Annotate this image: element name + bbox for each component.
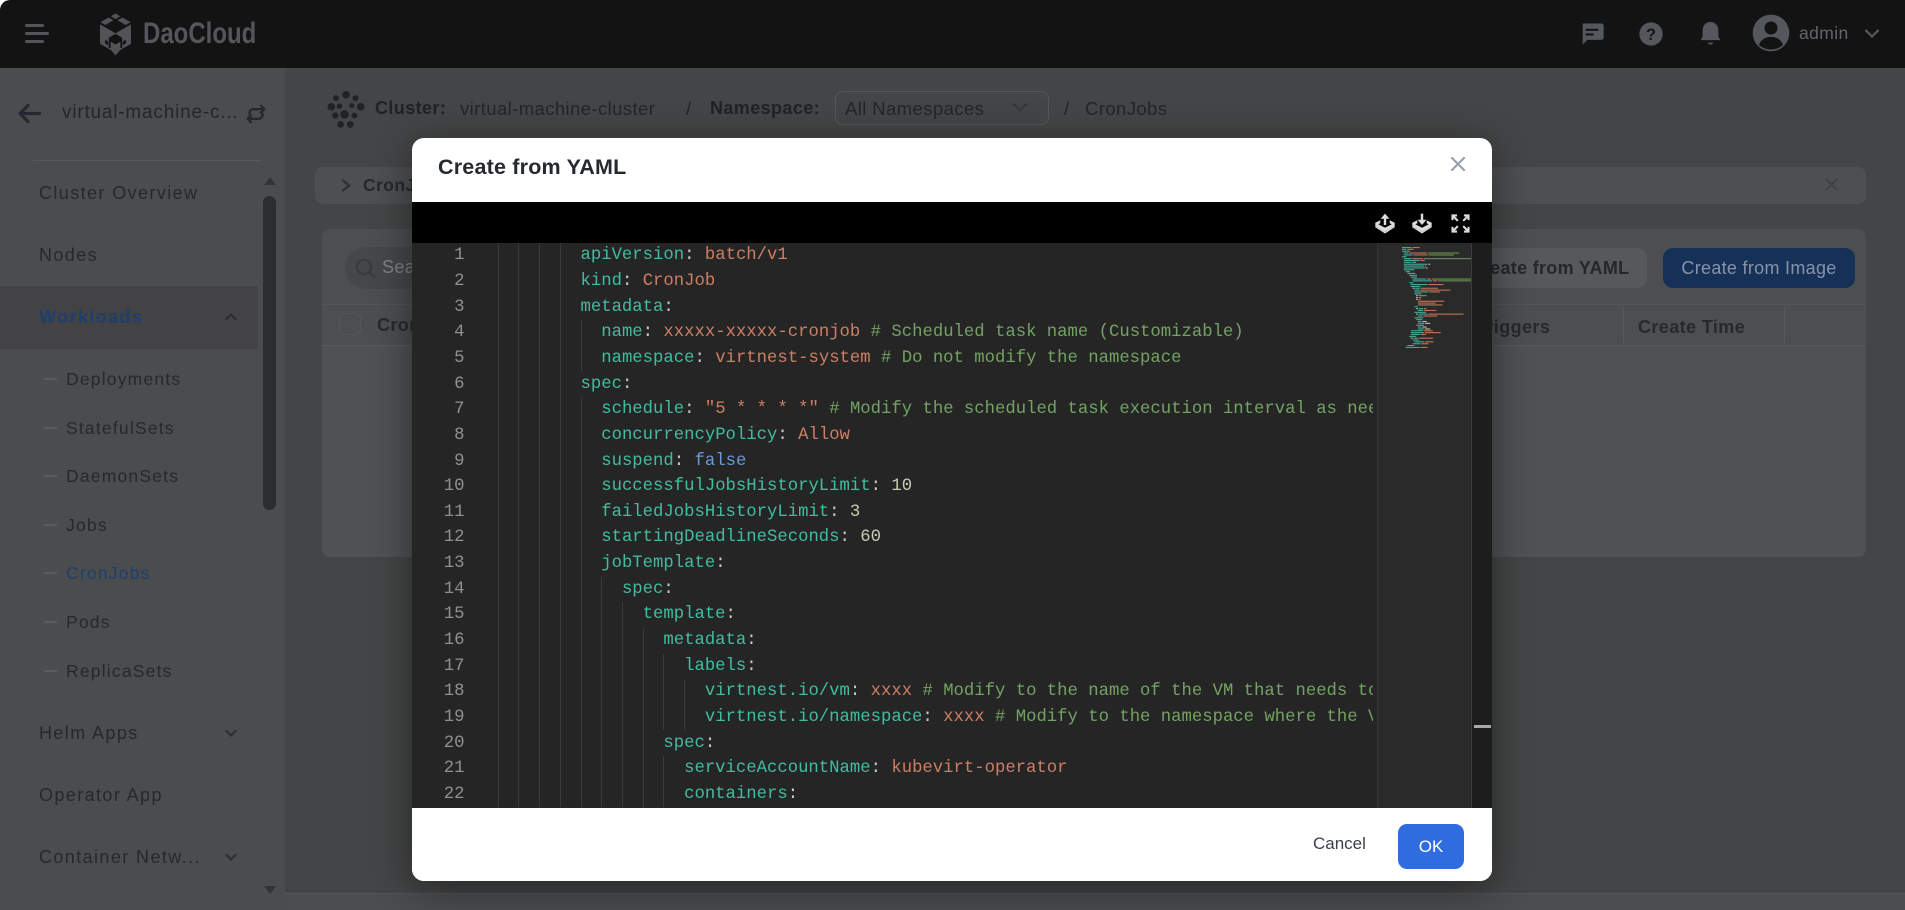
svg-text:?: ? [1646, 26, 1656, 44]
